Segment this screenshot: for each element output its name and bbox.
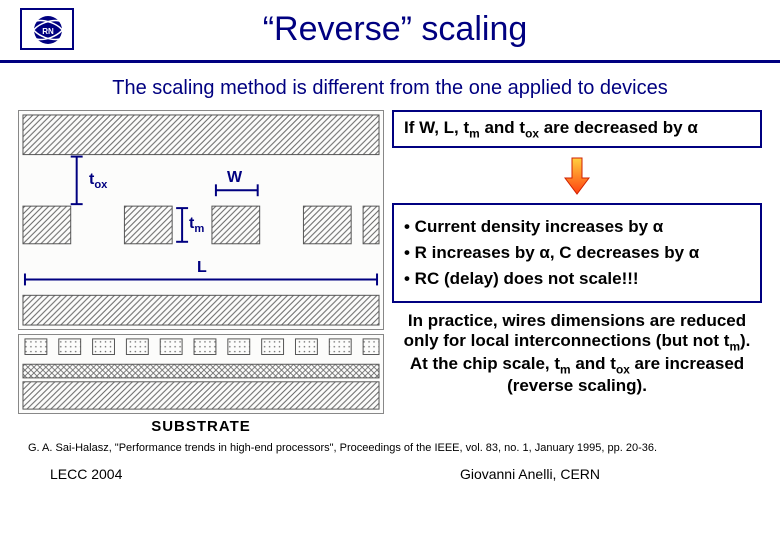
- slide-title: “Reverse” scaling: [90, 10, 760, 49]
- bullet-current-density: • Current density increases by α: [404, 217, 750, 237]
- footer-left: LECC 2004: [50, 466, 122, 482]
- substrate-label: SUBSTRATE: [19, 418, 383, 435]
- bullet-r-c: • R increases by α, C decreases by α: [404, 243, 750, 263]
- label-w: W: [227, 169, 242, 187]
- interconnect-diagram: tox W tm L: [18, 110, 384, 330]
- slide-subtitle: The scaling method is different from the…: [0, 63, 780, 110]
- label-l: L: [197, 259, 207, 277]
- substrate-diagram: SUBSTRATE: [18, 334, 384, 414]
- svg-text:RN: RN: [42, 27, 54, 36]
- label-tox: tox: [89, 171, 107, 191]
- footer-center: Giovanni Anelli, CERN: [460, 466, 720, 482]
- bullet-rc-delay: • RC (delay) does not scale!!!: [404, 269, 750, 289]
- label-tm: tm: [189, 215, 204, 235]
- condition-box: If W, L, tm and tox are decreased by α: [392, 110, 762, 148]
- slide-header: RN “Reverse” scaling: [0, 0, 780, 63]
- practice-note: In practice, wires dimensions are reduce…: [392, 303, 762, 404]
- slide-footer: LECC 2004 Giovanni Anelli, CERN: [0, 460, 780, 482]
- cern-logo: RN: [20, 8, 74, 50]
- results-box: • Current density increases by α • R inc…: [392, 203, 762, 303]
- down-arrow-icon: [392, 152, 762, 203]
